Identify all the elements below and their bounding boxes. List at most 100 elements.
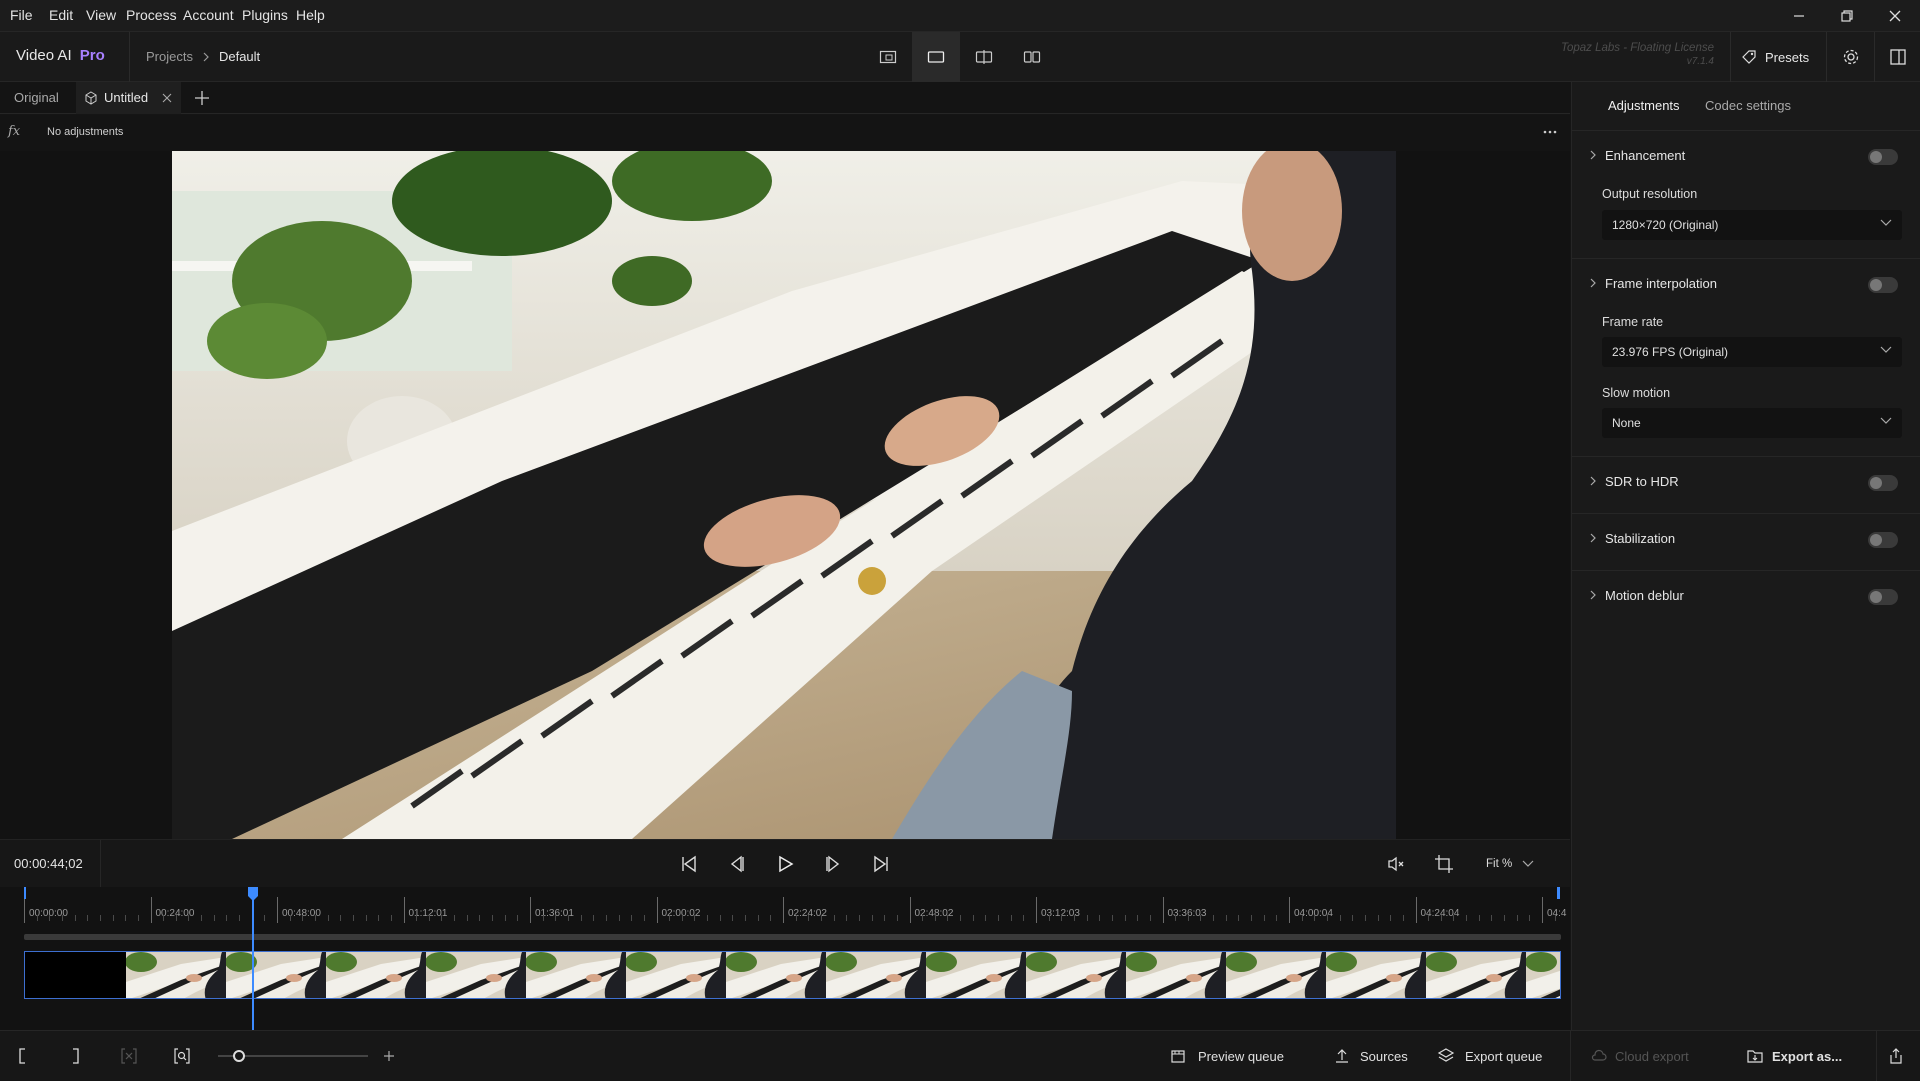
preview-queue-label: Preview queue bbox=[1198, 1048, 1284, 1064]
tag-icon bbox=[1742, 50, 1756, 64]
crop-button[interactable] bbox=[1428, 848, 1460, 880]
sources-label: Sources bbox=[1360, 1048, 1408, 1064]
menu-edit[interactable]: Edit bbox=[49, 0, 73, 32]
mute-button[interactable] bbox=[1380, 848, 1412, 880]
slow-motion-label: Slow motion bbox=[1602, 386, 1671, 400]
output-resolution-select[interactable]: 1280×720 (Original) bbox=[1602, 210, 1902, 240]
tab-adjustments[interactable]: Adjustments bbox=[1608, 98, 1680, 113]
more-options-icon[interactable] bbox=[1542, 129, 1558, 135]
export-queue-button[interactable]: Export queue bbox=[1437, 1031, 1542, 1081]
ruler-minor-tick bbox=[1504, 915, 1506, 921]
sdr-to-hdr-title[interactable]: SDR to HDR bbox=[1605, 474, 1679, 489]
speaker-muted-icon bbox=[1388, 856, 1404, 872]
ruler-tick bbox=[909, 897, 911, 923]
chevron-right-icon[interactable] bbox=[1588, 475, 1598, 487]
breadcrumb: Projects Default bbox=[146, 49, 260, 64]
zoom-select[interactable]: Fit % bbox=[1486, 852, 1534, 876]
chevron-right-icon[interactable] bbox=[1588, 532, 1598, 544]
ruler-minor-tick bbox=[36, 915, 38, 921]
clear-marks-button[interactable] bbox=[120, 1031, 138, 1081]
preview-queue-button[interactable]: Preview queue bbox=[1170, 1031, 1284, 1081]
chevron-right-icon[interactable] bbox=[1588, 277, 1598, 289]
chevron-down-icon bbox=[1880, 417, 1892, 424]
menu-bar: File Edit View Process Account Plugins H… bbox=[0, 0, 1920, 32]
zoom-to-selection-button[interactable] bbox=[173, 1031, 191, 1081]
tab-codec-settings[interactable]: Codec settings bbox=[1705, 98, 1791, 113]
menu-view[interactable]: View bbox=[86, 0, 116, 32]
sources-button[interactable]: Sources bbox=[1334, 1031, 1408, 1081]
slow-motion-select[interactable]: None bbox=[1602, 408, 1902, 438]
output-resolution-value: 1280×720 (Original) bbox=[1612, 218, 1719, 232]
menu-process[interactable]: Process bbox=[126, 0, 177, 32]
mark-out-button[interactable] bbox=[70, 1031, 82, 1081]
ruler-minor-tick bbox=[390, 915, 392, 921]
menu-help[interactable]: Help bbox=[296, 0, 325, 32]
menu-account[interactable]: Account bbox=[183, 0, 234, 32]
mark-in-button[interactable] bbox=[16, 1031, 28, 1081]
ruler-minor-tick bbox=[985, 915, 987, 921]
view-side-by-side-button[interactable] bbox=[1008, 32, 1056, 82]
ruler-minor-tick bbox=[681, 915, 683, 921]
stabilization-title[interactable]: Stabilization bbox=[1605, 531, 1675, 546]
toggle-panel-button[interactable] bbox=[1876, 32, 1920, 82]
chevron-right-icon[interactable] bbox=[1588, 149, 1598, 161]
ruler-minor-tick bbox=[1086, 915, 1088, 921]
close-tab-icon[interactable] bbox=[162, 93, 172, 103]
ruler-minor-tick bbox=[1326, 915, 1328, 921]
ruler-minor-tick bbox=[1073, 915, 1075, 921]
next-frame-button[interactable] bbox=[817, 848, 849, 880]
zoom-in-button[interactable] bbox=[382, 1031, 396, 1081]
presets-button[interactable]: Presets bbox=[1740, 45, 1809, 69]
enhancement-toggle[interactable] bbox=[1868, 149, 1898, 165]
view-split-button[interactable] bbox=[960, 32, 1008, 82]
motion-deblur-toggle[interactable] bbox=[1868, 589, 1898, 605]
divider bbox=[100, 840, 101, 888]
video-preview[interactable] bbox=[172, 151, 1396, 839]
timeline-ruler[interactable]: 00:00:00 00:24:00 00:48:00 01:12:01 01:36:01… bbox=[0, 887, 1570, 927]
frame-interpolation-toggle[interactable] bbox=[1868, 277, 1898, 293]
cloud-export-button[interactable]: Cloud export bbox=[1591, 1031, 1689, 1081]
ruler-minor-tick bbox=[125, 915, 127, 921]
minimize-button[interactable] bbox=[1775, 0, 1823, 32]
stabilization-toggle[interactable] bbox=[1868, 532, 1898, 548]
adjustments-status: No adjustments bbox=[47, 126, 124, 138]
tab-untitled[interactable]: Untitled bbox=[76, 82, 181, 114]
in-point-marker[interactable] bbox=[24, 887, 26, 899]
transport-bar: 00:00:44;02 Fit % bbox=[0, 839, 1570, 888]
menu-file[interactable]: File bbox=[10, 0, 33, 32]
play-button[interactable] bbox=[769, 848, 801, 880]
out-point-marker[interactable] bbox=[1557, 887, 1560, 899]
share-button[interactable] bbox=[1888, 1031, 1904, 1081]
view-single-crop-button[interactable] bbox=[864, 32, 912, 82]
zoom-slider-handle[interactable] bbox=[233, 1050, 245, 1062]
close-window-button[interactable] bbox=[1871, 0, 1919, 32]
add-tab-button[interactable] bbox=[192, 88, 212, 108]
ruler-minor-tick bbox=[1276, 915, 1278, 921]
ruler-minor-tick bbox=[466, 915, 468, 921]
view-single-button[interactable] bbox=[912, 32, 960, 82]
enhancement-title[interactable]: Enhancement bbox=[1605, 148, 1685, 163]
ruler-minor-tick bbox=[163, 915, 165, 921]
breadcrumb-projects[interactable]: Projects bbox=[146, 49, 193, 64]
motion-deblur-title[interactable]: Motion deblur bbox=[1605, 588, 1684, 603]
skip-to-end-button[interactable] bbox=[865, 848, 897, 880]
skip-start-icon bbox=[682, 855, 696, 873]
previous-frame-button[interactable] bbox=[721, 848, 753, 880]
ruler-minor-tick bbox=[745, 915, 747, 921]
restore-button[interactable] bbox=[1823, 0, 1871, 32]
ruler-minor-tick bbox=[454, 915, 456, 921]
menu-plugins[interactable]: Plugins bbox=[242, 0, 288, 32]
chevron-right-icon[interactable] bbox=[1588, 589, 1598, 601]
frame-interpolation-title[interactable]: Frame interpolation bbox=[1605, 276, 1717, 291]
sdr-to-hdr-toggle[interactable] bbox=[1868, 475, 1898, 491]
settings-button[interactable] bbox=[1828, 32, 1874, 82]
export-as-button[interactable]: Export as... bbox=[1746, 1031, 1842, 1081]
skip-to-start-button[interactable] bbox=[673, 848, 705, 880]
ruler-minor-tick bbox=[441, 915, 443, 921]
tab-original[interactable]: Original bbox=[0, 82, 76, 114]
ruler-tick bbox=[530, 897, 531, 923]
playhead[interactable] bbox=[247, 887, 258, 1030]
frame-rate-select[interactable]: 23.976 FPS (Original) bbox=[1602, 337, 1902, 367]
timeline[interactable]: 00:00:00 00:24:00 00:48:00 01:12:01 01:36:01… bbox=[0, 887, 1570, 1030]
breadcrumb-current[interactable]: Default bbox=[219, 49, 260, 64]
